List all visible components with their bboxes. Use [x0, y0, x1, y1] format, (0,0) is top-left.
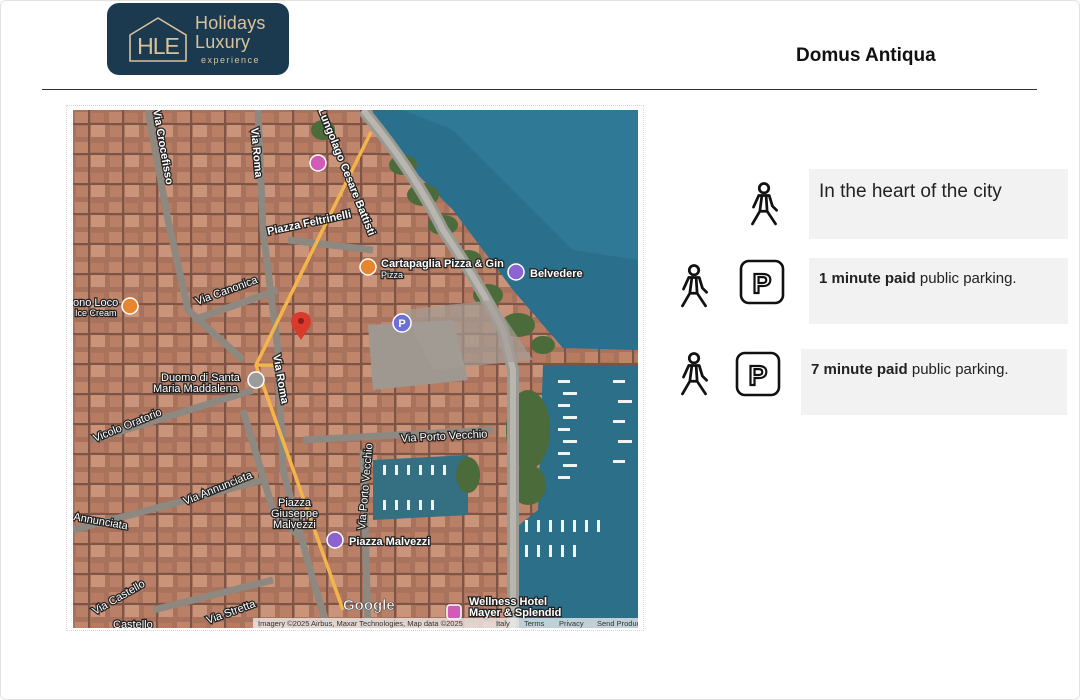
map-link-feedback[interactable]: Send Product Feedback — [597, 619, 638, 628]
card-2-text: 1 minute paid public parking. — [819, 270, 1017, 287]
info-card-parking-7: 7 minute paid public parking. — [801, 349, 1067, 415]
logo-wordmark: Holidays Luxury experience — [195, 12, 266, 65]
viewpoint-marker-icon[interactable] — [507, 263, 525, 281]
map-link-privacy[interactable]: Privacy — [559, 619, 584, 628]
satellite-map[interactable]: Via Crocefisso Via Roma Lungolago Cesare… — [73, 110, 638, 628]
house-monogram-icon: HLE — [129, 17, 187, 62]
label-piazza-malvezzi: Piazza Malvezzi — [349, 536, 430, 548]
label-pg-3: Malvezzi — [273, 519, 316, 531]
card-3-text: 7 minute paid public parking. — [811, 361, 1009, 378]
card-3-bold: 7 minute paid — [811, 361, 908, 378]
label-castello: Castello — [113, 619, 153, 628]
header-divider — [42, 89, 1037, 90]
logo-line-experience: experience — [201, 54, 261, 65]
walking-person-icon — [751, 182, 778, 226]
logo-line-luxury: Luxury — [195, 31, 251, 52]
restaurant-marker-icon[interactable] — [359, 258, 377, 276]
card-2-bold: 1 minute paid — [819, 270, 916, 287]
map-link-terms[interactable]: Terms — [524, 619, 545, 628]
card-2-rest: public parking. — [915, 270, 1017, 287]
label-belvedere: Belvedere — [530, 268, 583, 280]
label-wellness-2: Mayer & Splendid — [469, 607, 561, 619]
brand-logo[interactable]: HLE Holidays Luxury experience — [107, 3, 289, 75]
parking-sign-icon: P — [739, 259, 785, 305]
info-card-parking-1: 1 minute paid public parking. — [809, 258, 1068, 324]
info-card-city-center: In the heart of the city — [809, 169, 1068, 239]
icecream-marker-icon[interactable] — [121, 297, 139, 315]
svg-text:P: P — [753, 268, 772, 299]
walking-person-icon — [681, 352, 708, 396]
church-marker-icon[interactable] — [247, 371, 265, 389]
label-cartapaglia: Cartapaglia Pizza & Gin — [381, 258, 504, 270]
label-ice-cream: Ice Cream — [75, 308, 117, 318]
card-3-rest: public parking. — [907, 361, 1009, 378]
walking-person-icon — [681, 264, 708, 308]
parking-sign-icon: P — [735, 351, 781, 397]
svg-text:P: P — [749, 360, 768, 391]
map-attribution: Imagery ©2025 Airbus, Maxar Technologies… — [258, 619, 463, 628]
logo-line-holidays: Holidays — [195, 12, 266, 33]
card-1-text: In the heart of the city — [819, 181, 1002, 202]
map-link-italy[interactable]: Italy — [496, 619, 510, 628]
hotel-marker-icon[interactable] — [309, 154, 327, 172]
google-brand: Google — [343, 597, 395, 614]
label-cartapaglia-type: Pizza — [381, 270, 403, 280]
label-duomo-2: Maria Maddalena — [153, 383, 239, 395]
wellness-hotel-marker-icon[interactable] — [446, 604, 462, 620]
square-marker-icon[interactable] — [326, 531, 344, 549]
parking-marker-letter: P — [398, 318, 405, 330]
page-title: Domus Antiqua — [796, 45, 936, 66]
logo-monogram: HLE — [137, 33, 179, 59]
